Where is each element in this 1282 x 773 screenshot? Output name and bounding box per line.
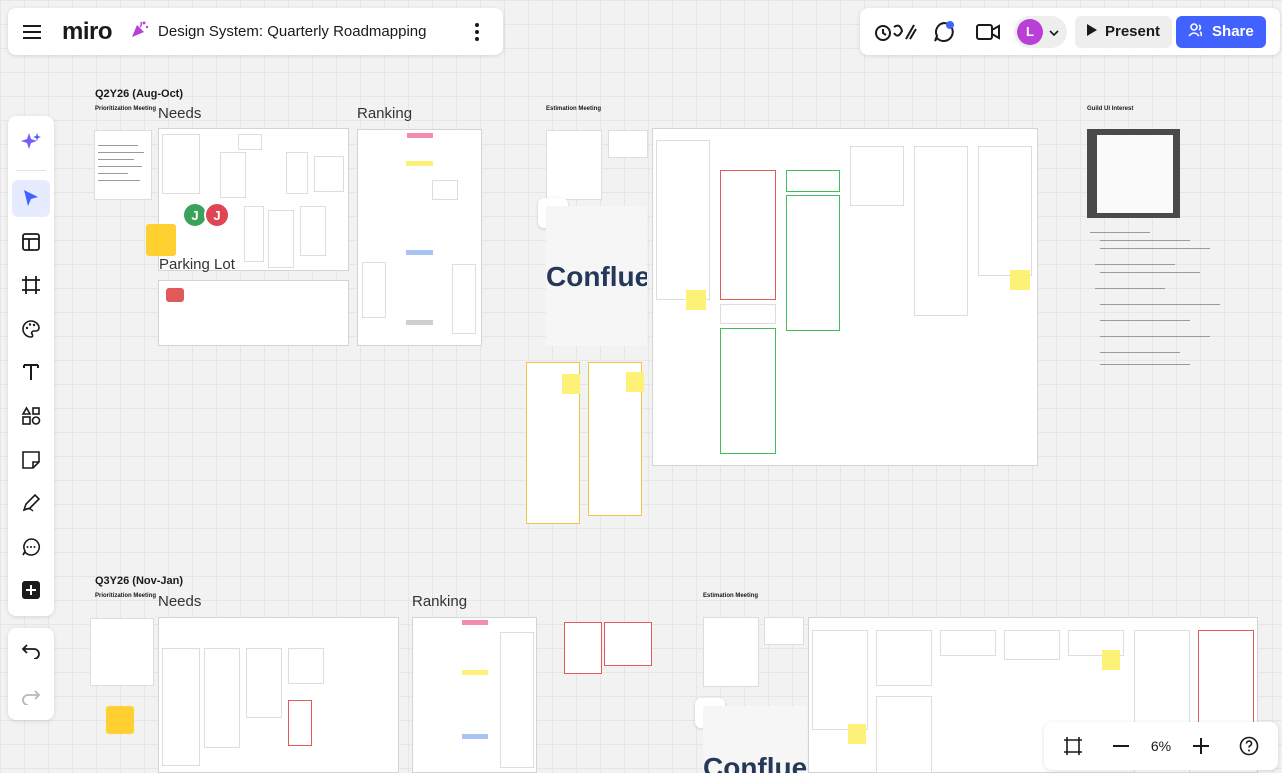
add-more-icon[interactable] [12, 571, 50, 609]
estimation-doc-q3[interactable] [703, 617, 759, 687]
sticky-note[interactable] [1010, 270, 1030, 290]
present-label: Present [1105, 23, 1161, 40]
prioritization-title-q2: Prioritization Meeting [95, 106, 157, 112]
reactions-icon[interactable] [872, 14, 920, 50]
needs-frame-title-q3: Needs [158, 593, 202, 610]
history-controls [8, 628, 54, 720]
more-options-icon[interactable] [465, 20, 489, 44]
board-header: miro Design System: Quarterly Roadmappin… [8, 8, 503, 55]
help-icon[interactable] [1230, 727, 1268, 765]
chevron-down-icon [1049, 23, 1059, 41]
share-button[interactable]: Share [1176, 15, 1266, 48]
play-icon [1087, 23, 1097, 40]
redo-icon[interactable] [12, 678, 50, 716]
creation-toolbar [8, 116, 54, 616]
section-title-q3: Q3Y26 (Nov-Jan) [95, 575, 184, 587]
palette-icon[interactable] [12, 310, 50, 348]
estimation-title-q3: Estimation Meeting [703, 593, 759, 599]
guild-title: Guild UI Interest [1087, 106, 1134, 112]
miro-sticker[interactable] [106, 706, 134, 734]
comment-icon[interactable] [12, 528, 50, 566]
collaborator-cursor-red: J [204, 202, 230, 228]
undo-icon[interactable] [12, 632, 50, 670]
prioritization-doc-q2[interactable] [94, 130, 152, 200]
miro-logo[interactable]: miro [62, 18, 113, 46]
text-icon[interactable] [12, 354, 50, 392]
guild-screenshot[interactable] [1087, 129, 1180, 218]
ranking-frame-title-q2: Ranking [357, 105, 413, 122]
miro-sticker[interactable] [146, 224, 176, 256]
frame-icon[interactable] [12, 267, 50, 305]
parking-lot-title: Parking Lot [159, 256, 235, 273]
ranking-frame-title-q3: Ranking [412, 593, 468, 610]
users-icon [1188, 22, 1204, 41]
section-title-q2: Q2Y26 (Aug-Oct) [95, 88, 184, 100]
hamburger-menu-icon[interactable] [8, 8, 56, 55]
ai-sparkle-icon[interactable] [12, 123, 50, 161]
needs-frame-title-q2: Needs [158, 105, 202, 122]
zoom-in-icon[interactable] [1182, 727, 1220, 765]
user-avatar-menu[interactable]: L [1014, 15, 1067, 48]
sticky-note[interactable] [626, 372, 644, 392]
prioritization-doc-q3[interactable] [90, 618, 154, 686]
share-label: Share [1212, 23, 1254, 40]
estimation-doc-q2[interactable] [546, 130, 602, 200]
sticky-note[interactable] [848, 724, 866, 744]
confluence-embed-q3[interactable]: Confluen [703, 706, 807, 773]
parking-lot-frame[interactable] [158, 280, 349, 346]
confluence-embed[interactable]: Confluen [546, 206, 647, 346]
zoom-out-icon[interactable] [1102, 727, 1140, 765]
party-popper-icon[interactable] [130, 19, 150, 44]
avatar: L [1017, 18, 1043, 45]
zoom-controls: 6% [1044, 722, 1278, 770]
templates-icon[interactable] [12, 223, 50, 261]
zoom-level[interactable]: 6% [1151, 738, 1171, 754]
board-title[interactable]: Design System: Quarterly Roadmapping [158, 23, 426, 40]
sticky-note[interactable] [686, 290, 706, 310]
chat-icon[interactable] [924, 14, 964, 50]
pen-icon[interactable] [12, 484, 50, 522]
collaboration-bar: L Present Share [860, 8, 1280, 55]
sticky-note-icon[interactable] [12, 441, 50, 479]
present-button[interactable]: Present [1075, 15, 1173, 48]
sticky-note[interactable] [1102, 650, 1120, 670]
truck-icon [166, 288, 184, 302]
shapes-icon[interactable] [12, 397, 50, 435]
estimation-title-q2: Estimation Meeting [546, 106, 602, 112]
prioritization-title-q3: Prioritization Meeting [95, 593, 157, 599]
select-cursor-icon[interactable] [12, 179, 50, 218]
sticky-note[interactable] [562, 374, 580, 394]
video-call-icon[interactable] [968, 14, 1008, 50]
fit-to-screen-icon[interactable] [1054, 727, 1092, 765]
